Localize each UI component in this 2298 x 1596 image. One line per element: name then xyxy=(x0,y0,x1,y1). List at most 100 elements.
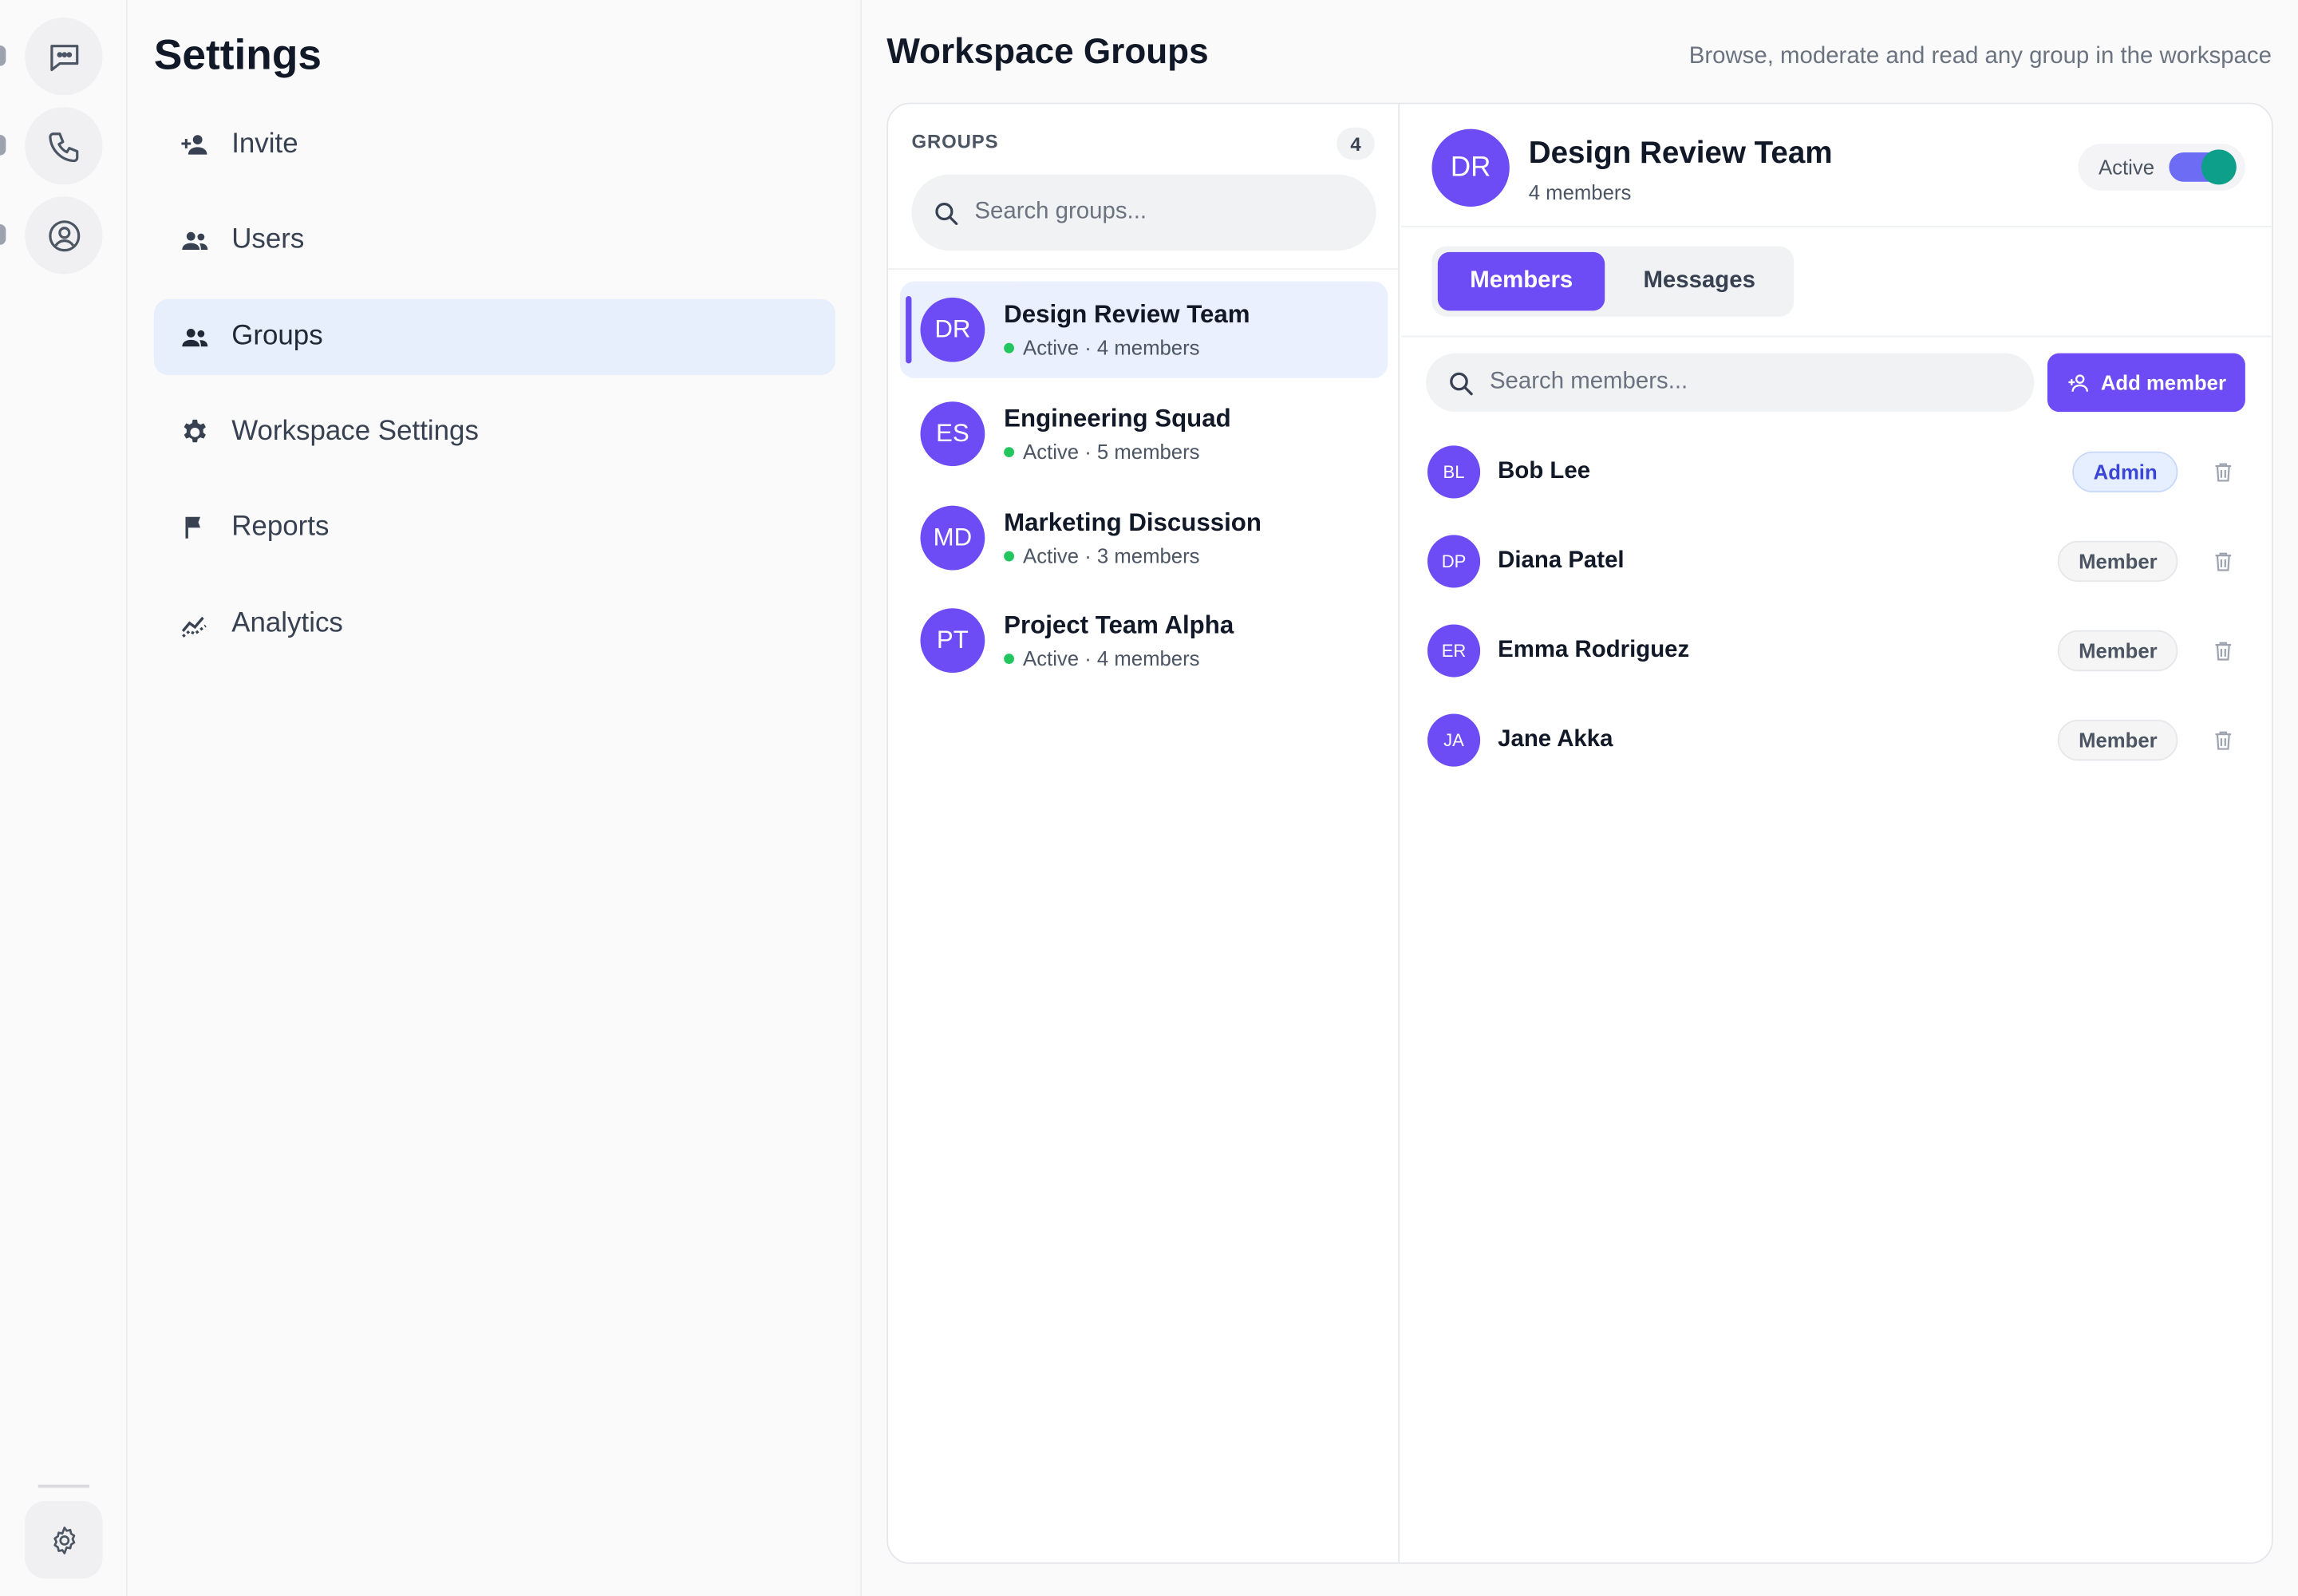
settings-nav: Settings Invite Users Groups Workspace S… xyxy=(128,0,863,1596)
phone-icon xyxy=(48,132,78,162)
groups-heading: GROUPS xyxy=(911,130,999,153)
groups-card: GROUPS 4 DR Design Review Team Active · … xyxy=(886,102,2273,1564)
person-add-icon xyxy=(181,135,207,155)
trash-icon xyxy=(2215,642,2232,661)
group-item-design-review-team[interactable]: DR Design Review Team Active · 4 members xyxy=(899,281,1388,378)
status-label: Active xyxy=(2098,155,2154,180)
page-subtitle: Browse, moderate and read any group in t… xyxy=(1688,44,2272,69)
nav-item-analytics[interactable]: Analytics xyxy=(154,587,835,663)
detail-avatar: DR xyxy=(1431,128,1510,207)
group-item-project-team-alpha[interactable]: PT Project Team Alpha Active · 4 members xyxy=(900,592,1388,689)
status-dot xyxy=(1004,446,1015,457)
nav-item-label: Workspace Settings xyxy=(231,416,479,448)
nav-item-workspace-settings[interactable]: Workspace Settings xyxy=(154,394,835,471)
nav-item-groups[interactable]: Groups xyxy=(153,298,835,376)
groups-column: GROUPS 4 DR Design Review Team Active · … xyxy=(888,104,1400,1562)
members-search-input[interactable] xyxy=(1489,369,2035,396)
tab-members[interactable]: Members xyxy=(1437,251,1605,311)
user-circle-icon xyxy=(48,219,80,251)
group-avatar: MD xyxy=(920,505,985,571)
delete-member-button[interactable] xyxy=(2201,459,2245,485)
group-meta: Active · 5 members xyxy=(1023,440,1200,464)
nav-item-label: Groups xyxy=(231,321,323,352)
groups-icon xyxy=(182,329,208,347)
flag-icon xyxy=(185,516,201,539)
nav-item-label: Analytics xyxy=(231,608,343,639)
users-icon xyxy=(182,231,208,251)
gear-icon xyxy=(53,1526,75,1554)
rail-indicator xyxy=(0,224,6,245)
group-avatar: PT xyxy=(920,608,985,674)
nav-item-invite[interactable]: Invite xyxy=(154,107,835,184)
member-name: Emma Rodriguez xyxy=(1498,637,1690,663)
member-row: JA Jane Akka Member xyxy=(1427,708,2245,772)
member-name: Diana Patel xyxy=(1498,547,1625,574)
detail-divider xyxy=(1400,335,2272,338)
chat-icon xyxy=(49,44,78,71)
group-item-engineering-squad[interactable]: ES Engineering Squad Active · 5 members xyxy=(900,385,1388,482)
role-badge[interactable]: Admin xyxy=(2072,451,2178,493)
status-dot xyxy=(1004,342,1015,353)
trash-icon xyxy=(2215,463,2232,482)
group-name: Engineering Squad xyxy=(1004,404,1231,433)
detail-member-count: 4 members xyxy=(1528,180,1632,204)
group-name: Design Review Team xyxy=(1004,300,1250,329)
status-toggle-pill: Active xyxy=(2078,144,2245,191)
search-icon xyxy=(935,202,958,225)
add-member-label: Add member xyxy=(2100,370,2226,395)
role-badge[interactable]: Member xyxy=(2058,719,2178,761)
status-dot xyxy=(1004,550,1015,561)
detail-group-name: Design Review Team xyxy=(1528,136,1833,171)
nav-item-reports[interactable]: Reports xyxy=(154,489,835,566)
page-title: Workspace Groups xyxy=(886,32,1209,72)
member-row: ER Emma Rodriguez Member xyxy=(1427,618,2245,683)
nav-item-label: Invite xyxy=(231,128,298,160)
role-badge[interactable]: Member xyxy=(2058,630,2178,672)
member-avatar: BL xyxy=(1427,445,1481,499)
delete-member-button[interactable] xyxy=(2201,638,2245,664)
profile-rail-button[interactable] xyxy=(25,196,103,275)
trash-icon xyxy=(2215,731,2232,750)
groups-search-input[interactable] xyxy=(974,199,1376,226)
member-row: DP Diana Patel Member xyxy=(1427,529,2245,594)
group-name: Project Team Alpha xyxy=(1004,610,1234,639)
gear-icon xyxy=(184,419,206,443)
member-row: BL Bob Lee Admin xyxy=(1427,440,2245,504)
delete-member-button[interactable] xyxy=(2201,727,2245,753)
group-item-marketing-discussion[interactable]: MD Marketing Discussion Active · 3 membe… xyxy=(900,489,1388,586)
detail-tabs: Members Messages xyxy=(1431,246,1794,317)
nav-item-label: Reports xyxy=(231,512,330,543)
group-meta: Active · 3 members xyxy=(1023,543,1200,567)
member-name: Jane Akka xyxy=(1498,727,1613,753)
role-badge[interactable]: Member xyxy=(2058,540,2178,583)
group-meta: Active · 4 members xyxy=(1023,646,1200,670)
group-avatar: DR xyxy=(920,297,985,362)
add-member-button[interactable]: Add member xyxy=(2047,353,2245,413)
person-add-icon xyxy=(2069,373,2089,391)
status-dot xyxy=(1004,653,1015,664)
nav-item-label: Users xyxy=(231,224,305,255)
group-avatar: ES xyxy=(920,401,985,467)
tab-messages[interactable]: Messages xyxy=(1611,252,1787,310)
group-name: Marketing Discussion xyxy=(1004,508,1262,537)
delete-member-button[interactable] xyxy=(2201,548,2245,575)
group-detail: DR Design Review Team 4 members Active M… xyxy=(1400,104,2272,1562)
member-avatar: JA xyxy=(1427,713,1481,767)
settings-title: Settings xyxy=(153,32,322,80)
rail-divider xyxy=(38,1484,90,1488)
group-meta: Active · 4 members xyxy=(1023,335,1200,359)
member-avatar: DP xyxy=(1427,535,1481,588)
chat-rail-button[interactable] xyxy=(25,18,103,96)
rail-indicator xyxy=(0,45,6,66)
nav-item-users[interactable]: Users xyxy=(154,202,835,279)
rail-indicator xyxy=(0,134,6,156)
icon-rail xyxy=(0,0,128,1596)
groups-search xyxy=(911,174,1376,251)
search-icon xyxy=(1450,371,1473,395)
call-rail-button[interactable] xyxy=(25,107,103,185)
members-search xyxy=(1426,353,2035,413)
settings-rail-button[interactable] xyxy=(25,1500,103,1579)
active-toggle[interactable] xyxy=(2169,149,2237,185)
analytics-icon xyxy=(181,616,207,638)
groups-divider xyxy=(888,268,1399,270)
